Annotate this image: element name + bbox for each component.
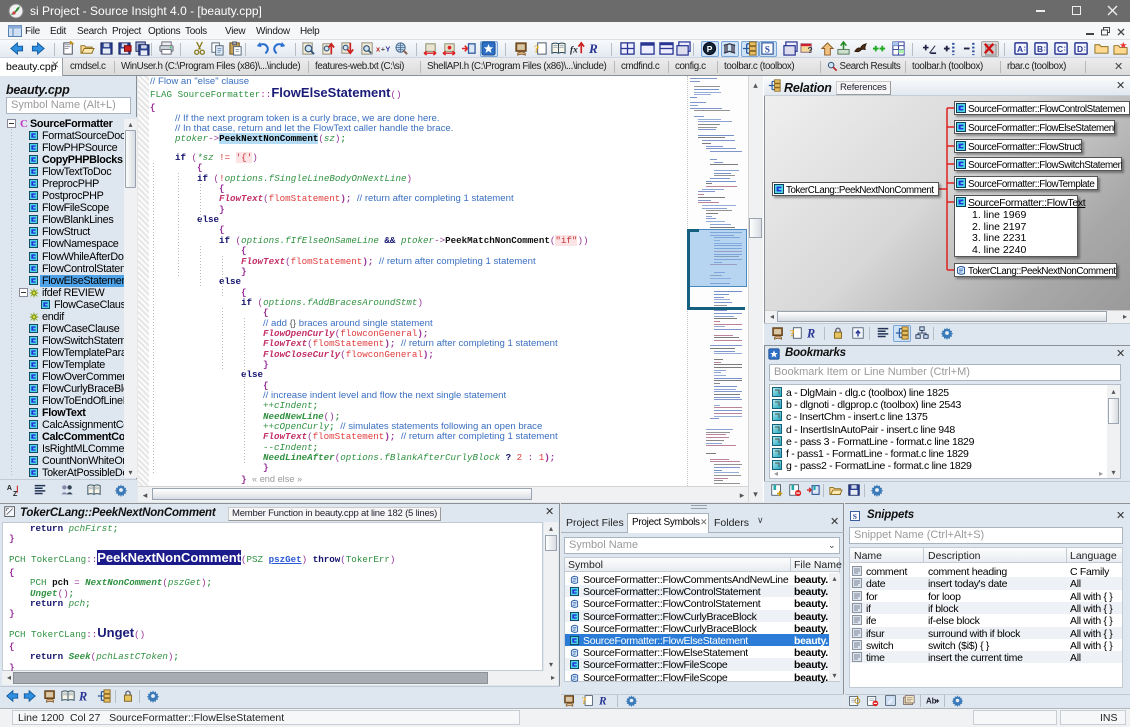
svg-text:A: A xyxy=(7,485,12,492)
svg-text:S: S xyxy=(765,45,770,55)
svg-text:Ab: Ab xyxy=(926,697,937,706)
svg-text:?: ? xyxy=(582,696,586,706)
svg-text:Y: Y xyxy=(385,44,390,53)
svg-text:R: R xyxy=(599,696,607,707)
svg-text:R: R xyxy=(589,41,598,56)
svg-text:A: A xyxy=(1017,44,1023,54)
svg-text:fx: fx xyxy=(570,45,578,55)
svg-text:S: S xyxy=(853,512,857,521)
svg-text:✓: ✓ xyxy=(887,697,893,706)
svg-text:P: P xyxy=(707,44,713,54)
svg-text:?: ? xyxy=(790,329,795,340)
svg-text:?: ? xyxy=(808,45,813,55)
svg-text:R: R xyxy=(79,689,87,703)
svg-text:B: B xyxy=(1037,44,1043,54)
svg-text:R: R xyxy=(807,326,815,340)
svg-text:C: C xyxy=(1057,44,1063,54)
svg-text:?: ? xyxy=(534,44,539,55)
svg-text:D: D xyxy=(1077,44,1083,54)
